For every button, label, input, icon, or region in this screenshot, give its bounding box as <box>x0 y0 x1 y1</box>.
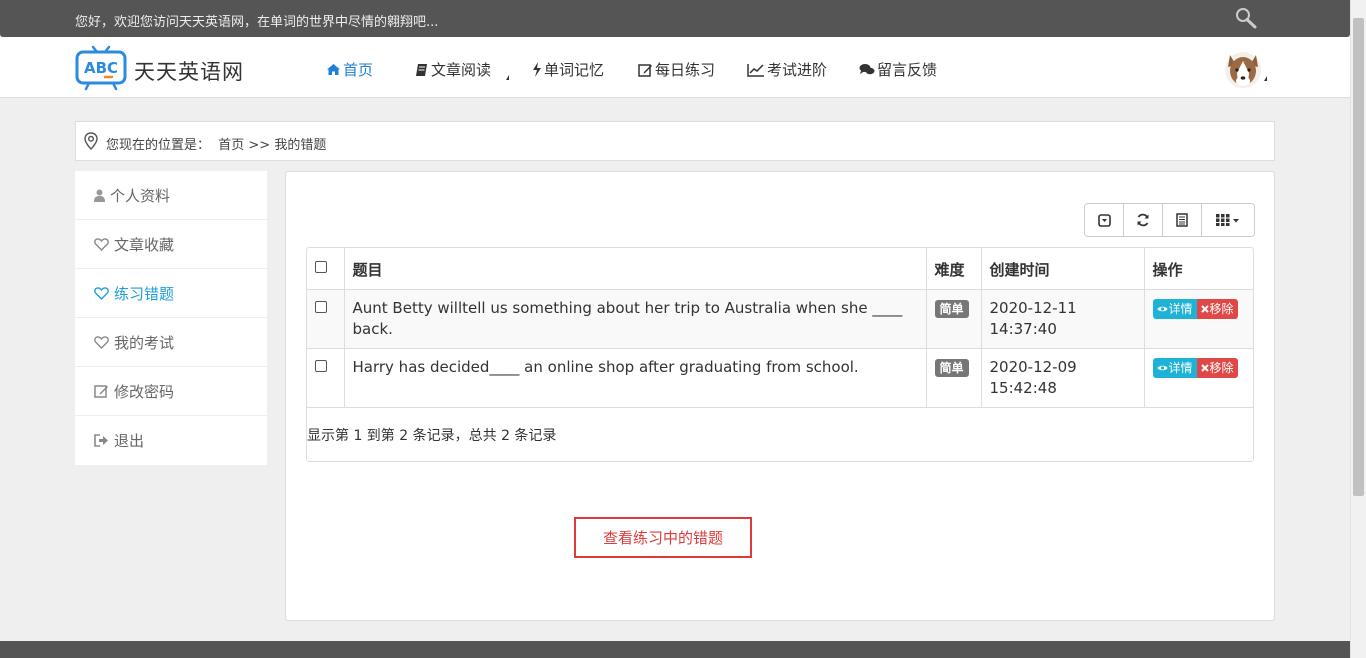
bolt-icon <box>533 62 541 77</box>
question-cell: Harry has decided____ an online shop aft… <box>344 348 927 408</box>
sidebar-item-profile[interactable]: 个人资料 <box>75 171 267 220</box>
eye-icon <box>1157 365 1167 370</box>
list-icon <box>1176 213 1188 227</box>
refresh-icon <box>1137 213 1149 227</box>
top-bar: 您好，欢迎您访问天天英语网，在单词的世界中尽情的翱翔吧... <box>0 0 1350 37</box>
sidebar-item-label: 个人资料 <box>110 186 171 205</box>
nav-practice-label: 每日练习 <box>655 61 716 79</box>
scrollbar-thumb[interactable] <box>1353 18 1364 496</box>
refresh-button[interactable] <box>1124 204 1163 236</box>
remove-label: 移除 <box>1209 360 1234 375</box>
edit-icon <box>94 385 108 398</box>
nav-feedback-label: 留言反馈 <box>877 61 938 79</box>
home-icon <box>327 64 340 75</box>
table-toolbar <box>1084 203 1255 237</box>
nav-practice[interactable]: 每日练习 <box>638 59 715 80</box>
user-menu-caret-icon[interactable] <box>1264 76 1267 81</box>
nav-articles-label: 文章阅读 <box>431 61 492 79</box>
breadcrumb: 您现在的位置是： 首页 >> 我的错题 <box>75 121 1275 161</box>
heart-icon <box>94 237 109 251</box>
main-panel: 题目 难度 创建时间 操作 Aunt Betty willtell us som… <box>285 171 1275 621</box>
remove-button[interactable]: 移除 <box>1196 357 1238 378</box>
book-icon <box>416 63 427 76</box>
line-chart-icon <box>747 63 764 77</box>
nav-feedback[interactable]: 留言反馈 <box>859 59 937 80</box>
breadcrumb-text: 您现在的位置是： 首页 >> 我的错题 <box>106 138 327 153</box>
row-checkbox[interactable] <box>315 300 327 313</box>
close-icon <box>1200 363 1209 372</box>
column-header-question[interactable]: 题目 <box>344 248 927 290</box>
heart-icon <box>94 286 109 300</box>
column-header-actions: 操作 <box>1144 248 1253 290</box>
sidebar: 个人资料 文章收藏 练习错题 我的考试 修改密码 退出 <box>75 171 267 465</box>
site-header: ABC 天天英语网 首页 文章阅读 单词记忆 每日练习 考试进阶 留言反馈 <box>0 37 1350 98</box>
grid-icon <box>1216 214 1239 226</box>
annotation-text: 查看练习中的错题 <box>602 529 723 547</box>
row-actions: 详情 移除 <box>1152 357 1246 378</box>
heart-icon <box>94 335 109 349</box>
remove-button[interactable]: 移除 <box>1196 298 1238 319</box>
nav-articles-caret-icon <box>506 75 509 80</box>
location-pin-icon <box>84 132 98 150</box>
detail-label: 详情 <box>1168 301 1193 316</box>
row-actions: 详情 移除 <box>1152 298 1246 319</box>
annotation-box: 查看练习中的错题 <box>574 517 752 558</box>
pagination-info: 显示第 1 到第 2 条记录，总共 2 条记录 <box>307 428 557 444</box>
eye-icon <box>1157 306 1167 311</box>
sidebar-item-label: 修改密码 <box>114 382 175 401</box>
table-row: Harry has decided____ an online shop aft… <box>307 348 1253 408</box>
sidebar-item-label: 退出 <box>114 432 145 450</box>
nav-home-label: 首页 <box>343 61 374 79</box>
column-header-created[interactable]: 创建时间 <box>981 248 1145 290</box>
sidebar-item-password[interactable]: 修改密码 <box>75 367 267 416</box>
table-row: Aunt Betty willtell us something about h… <box>307 289 1253 349</box>
remove-label: 移除 <box>1209 301 1234 316</box>
detail-label: 详情 <box>1168 360 1193 375</box>
close-icon <box>1200 304 1209 313</box>
column-header-difficulty[interactable]: 难度 <box>926 248 982 290</box>
page-footer <box>0 641 1350 658</box>
toggle-view-button[interactable] <box>1163 204 1202 236</box>
difficulty-badge: 简单 <box>934 299 969 318</box>
edit-icon <box>638 63 652 77</box>
user-avatar[interactable] <box>1224 49 1262 89</box>
nav-home[interactable]: 首页 <box>326 59 373 80</box>
columns-dropdown-button[interactable] <box>1202 204 1254 236</box>
logout-icon <box>94 434 108 447</box>
sidebar-item-exams[interactable]: 我的考试 <box>75 318 267 367</box>
detail-button[interactable]: 详情 <box>1152 357 1197 378</box>
nav-exam-label: 考试进阶 <box>767 61 828 79</box>
select-all-checkbox[interactable] <box>315 261 327 273</box>
user-icon <box>94 189 105 202</box>
search-icon[interactable] <box>1234 7 1258 29</box>
sidebar-item-label: 练习错题 <box>114 284 175 303</box>
comments-icon <box>859 64 875 75</box>
nav-words-label: 单词记忆 <box>544 61 605 79</box>
abc-logo-icon[interactable]: ABC <box>75 45 127 91</box>
site-name[interactable]: 天天英语网 <box>134 56 244 86</box>
toggle-pagination-button[interactable] <box>1085 204 1124 236</box>
created-cell: 2020-12-11 14:37:40 <box>981 289 1145 349</box>
select-all-cell <box>307 248 345 290</box>
collapse-icon <box>1097 213 1111 227</box>
sidebar-item-mistakes[interactable]: 练习错题 <box>75 269 267 318</box>
nav-exam[interactable]: 考试进阶 <box>747 59 827 80</box>
nav-words[interactable]: 单词记忆 <box>532 59 604 80</box>
sidebar-item-logout[interactable]: 退出 <box>75 416 267 465</box>
sidebar-item-favorites[interactable]: 文章收藏 <box>75 220 267 269</box>
page-scrollbar[interactable] <box>1350 0 1366 658</box>
svg-text:ABC: ABC <box>84 59 118 77</box>
mistakes-table: 题目 难度 创建时间 操作 Aunt Betty willtell us som… <box>306 247 1254 462</box>
welcome-text: 您好，欢迎您访问天天英语网，在单词的世界中尽情的翱翔吧... <box>75 15 439 30</box>
detail-button[interactable]: 详情 <box>1152 298 1197 319</box>
table-header-row: 题目 难度 创建时间 操作 <box>307 248 1253 290</box>
sidebar-item-label: 我的考试 <box>114 333 175 352</box>
row-checkbox[interactable] <box>315 359 327 372</box>
question-cell: Aunt Betty willtell us something about h… <box>344 289 927 349</box>
sidebar-item-label: 文章收藏 <box>114 235 175 254</box>
nav-articles[interactable]: 文章阅读 <box>415 59 491 80</box>
difficulty-badge: 简单 <box>934 358 969 377</box>
created-cell: 2020-12-09 15:42:48 <box>981 348 1145 408</box>
